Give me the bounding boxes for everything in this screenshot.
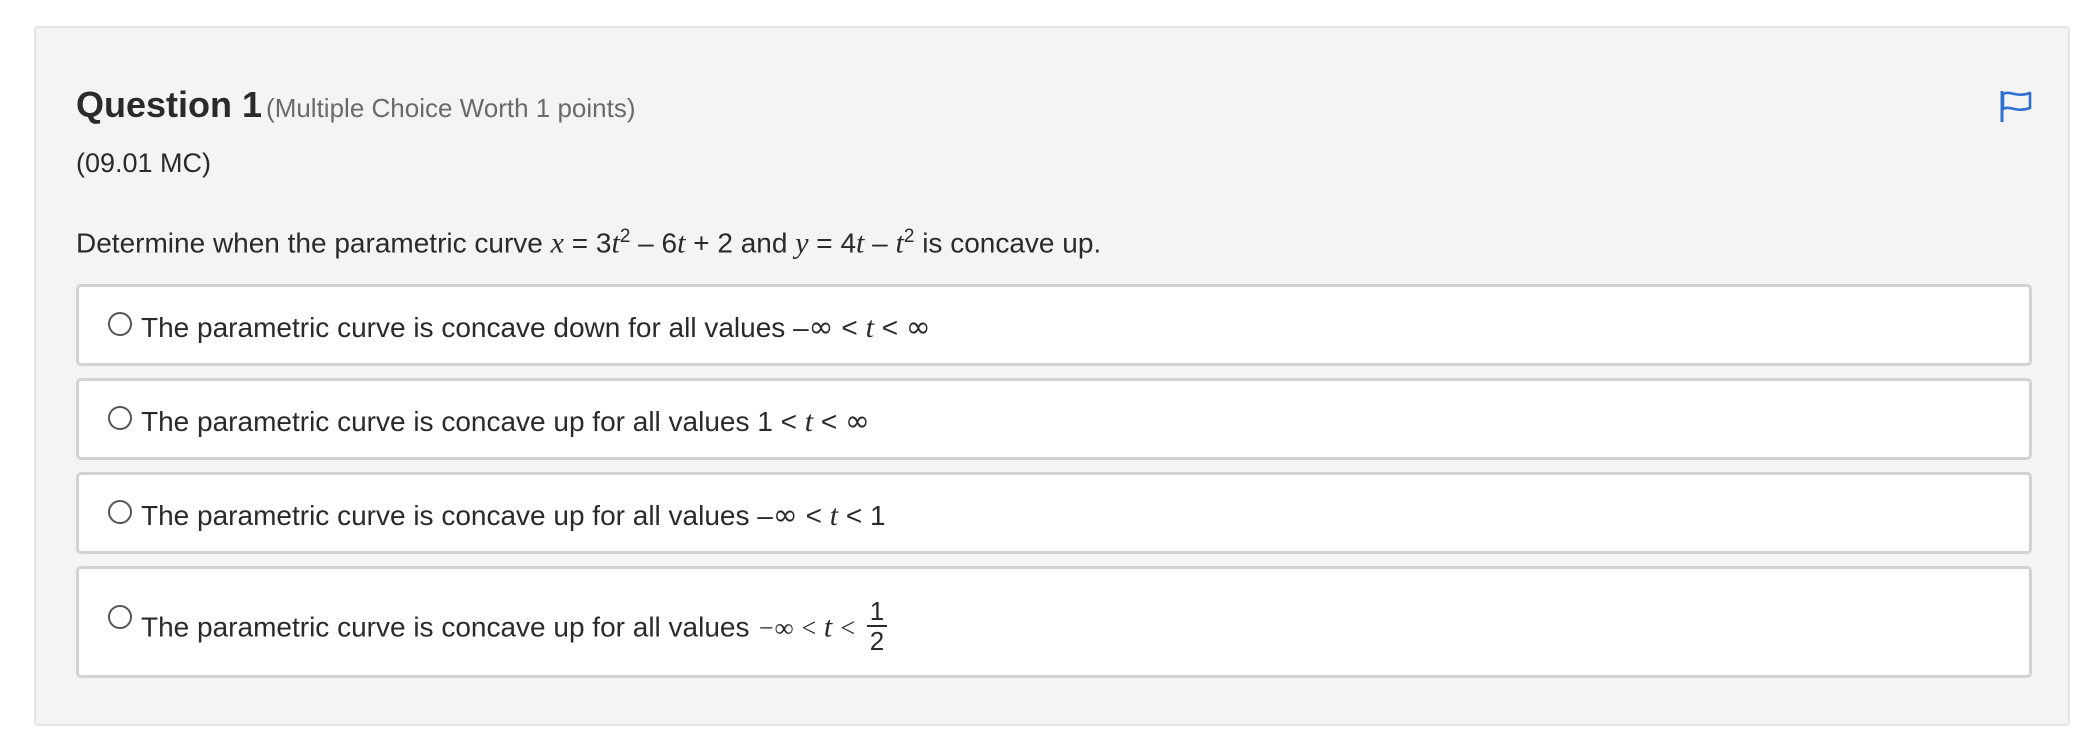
prompt-exp-1: 2 — [619, 226, 631, 247]
prompt-y-expr-b: – — [864, 227, 896, 259]
question-code: (09.01 MC) — [76, 148, 212, 178]
prompt-t-4: t — [895, 226, 904, 260]
fraction-numerator: 1 — [866, 597, 888, 627]
flag-icon[interactable] — [1998, 88, 2034, 124]
answer-option-1[interactable]: The parametric curve is concave down for… — [76, 284, 2032, 366]
prompt-x-var: x — [550, 226, 564, 260]
option-math: – — [793, 312, 809, 343]
option-t-var: t — [823, 610, 833, 644]
radio-button[interactable] — [108, 500, 132, 524]
option-t-var: t — [829, 499, 839, 532]
option-math: −∞ < — [757, 613, 824, 643]
option-math: < — [873, 312, 906, 343]
option-t-var: t — [804, 405, 814, 438]
prompt-exp-2: 2 — [903, 226, 915, 247]
answer-option-4[interactable]: The parametric curve is concave up for a… — [76, 566, 2032, 678]
prompt-t-1: t — [611, 226, 620, 260]
radio-button[interactable] — [108, 406, 132, 430]
option-math: 1 < — [757, 406, 805, 437]
infinity-symbol: ∞ — [808, 310, 834, 345]
answer-options: The parametric curve is concave down for… — [76, 284, 2032, 690]
option-math: < — [833, 312, 866, 343]
radio-button[interactable] — [108, 312, 132, 336]
infinity-symbol: ∞ — [845, 404, 871, 439]
option-label: The parametric curve is concave up for a… — [141, 500, 758, 531]
question-title: Question 1 — [76, 84, 263, 125]
prompt-tail: is concave up. — [914, 227, 1102, 259]
infinity-symbol: ∞ — [905, 310, 931, 345]
infinity-symbol: ∞ — [772, 498, 798, 533]
option-t-var: t — [865, 311, 874, 344]
question-header: Question 1 (Multiple Choice Worth 1 poin… — [76, 84, 635, 126]
answer-option-2[interactable]: The parametric curve is concave up for a… — [76, 378, 2032, 460]
fraction-denominator: 2 — [869, 626, 885, 656]
option-math: < — [832, 613, 863, 643]
question-points: (Multiple Choice Worth 1 points) — [266, 93, 636, 123]
fraction: 12 — [866, 597, 888, 656]
option-math: < — [797, 500, 830, 531]
option-label: The parametric curve is concave down for… — [141, 312, 794, 343]
answer-option-3[interactable]: The parametric curve is concave up for a… — [76, 472, 2032, 554]
option-label: The parametric curve is concave up for a… — [141, 406, 758, 437]
radio-button[interactable] — [108, 605, 132, 629]
prompt-y-var: y — [795, 226, 809, 260]
option-math: < — [813, 406, 846, 437]
option-label: The parametric curve is concave up for a… — [141, 611, 758, 643]
question-card: Question 1 (Multiple Choice Worth 1 poin… — [34, 26, 2070, 726]
option-math: – — [757, 500, 773, 531]
prompt-x-expr-a: = 3 — [563, 227, 612, 259]
option-math: < 1 — [838, 500, 886, 531]
answer-option-text: The parametric curve is concave up for a… — [141, 404, 870, 439]
answer-option-text: The parametric curve is concave down for… — [141, 310, 931, 345]
prompt-lead: Determine when the parametric curve — [76, 227, 551, 259]
answer-option-text: The parametric curve is concave up for a… — [141, 498, 886, 533]
prompt-x-expr-c: + 2 and — [685, 227, 796, 259]
answer-option-text: The parametric curve is concave up for a… — [141, 597, 888, 655]
prompt-x-expr-b: – 6 — [630, 227, 678, 259]
question-prompt: Determine when the parametric curve x = … — [76, 226, 1101, 260]
prompt-y-expr-a: = 4 — [808, 227, 857, 259]
